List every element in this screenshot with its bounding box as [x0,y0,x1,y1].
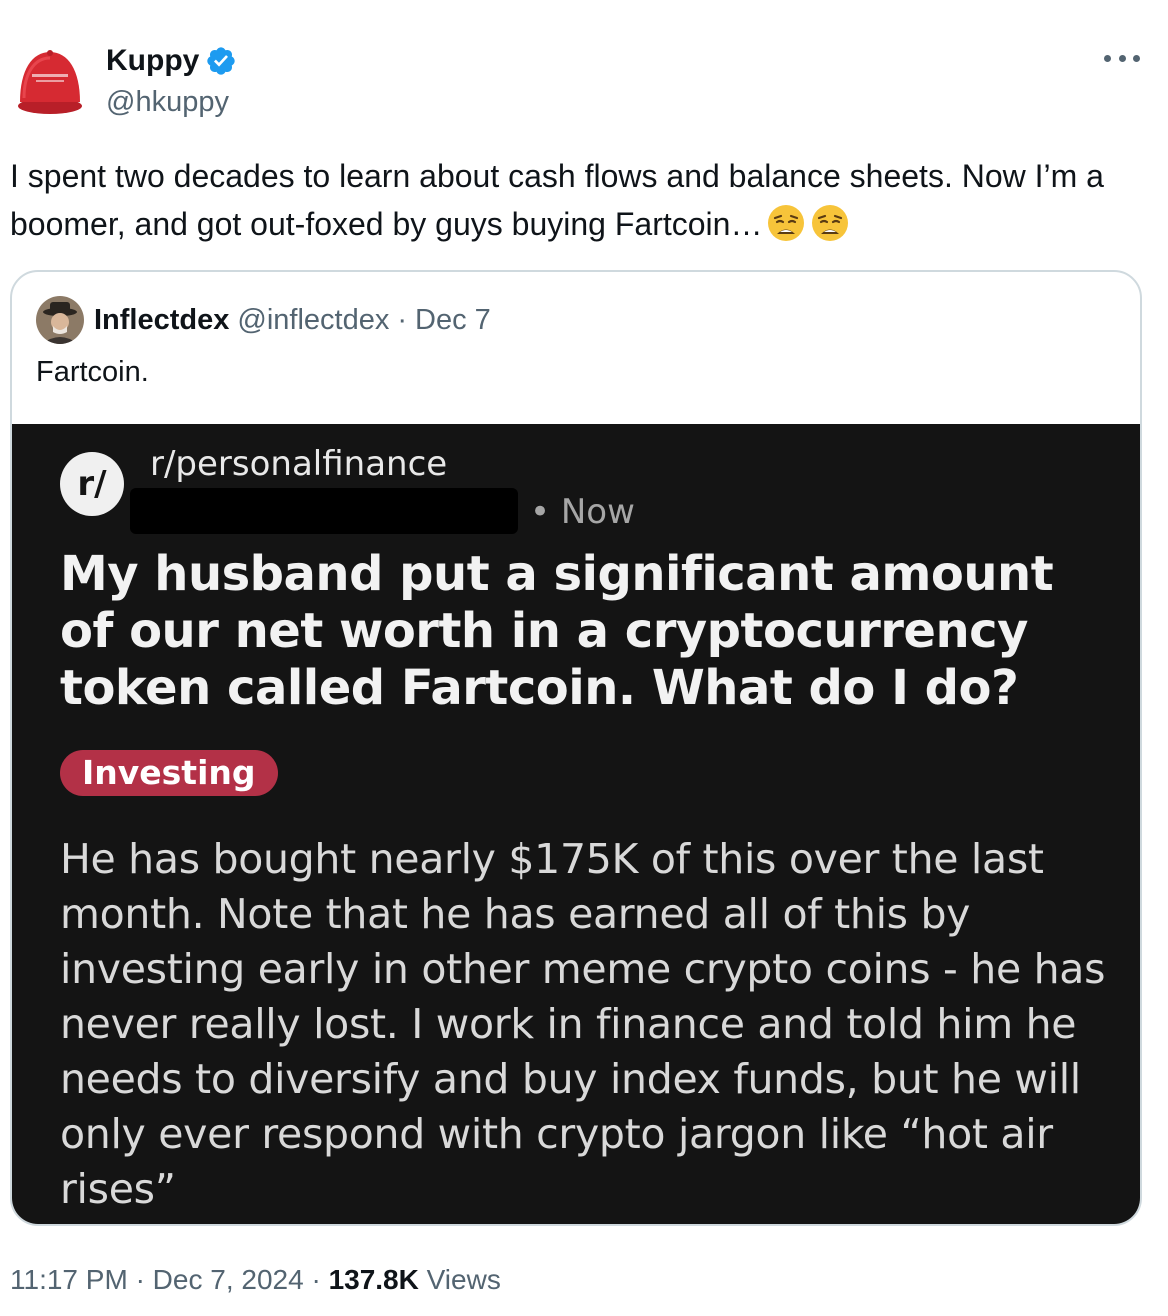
subreddit-logo-icon: r/ [60,452,124,516]
tweet-date[interactable]: Dec 7, 2024 [153,1264,304,1295]
weary-face-icon [812,205,849,241]
views-count: 137.8K [328,1264,419,1295]
meta-separator: · [135,1264,145,1295]
views-label: Views [426,1264,501,1295]
verified-badge-icon [207,47,235,75]
more-options-icon[interactable] [1104,48,1140,68]
author-handle[interactable]: @hkuppy [106,84,229,120]
subreddit-name: r/personalfinance [150,444,448,484]
author-display-name[interactable]: Kuppy [106,42,199,80]
quoted-separator: · [397,304,407,336]
tweet-time[interactable]: 11:17 PM [10,1264,128,1295]
post-time: • Now [530,492,635,532]
tweet: Kuppy @hkuppy I spent two decades to lea… [0,0,1168,1316]
tweet-meta: 11:17 PM · Dec 7, 2024 · 137.8K Views [10,1260,501,1300]
quoted-handle[interactable]: @inflectdex [237,300,389,340]
author-avatar[interactable] [14,40,86,120]
post-body: He has bought nearly $175K of this over … [60,835,1106,1213]
author-name-row: Kuppy [106,42,237,80]
quoted-date[interactable]: Dec 7 [415,300,491,340]
redacted-username [130,488,518,534]
post-title: My husband put a significant amount of o… [60,546,1054,716]
meta-separator: · [311,1264,321,1295]
quoted-tweet-card[interactable]: Inflectdex @inflectdex · Dec 7 Fartcoin.… [10,270,1142,1226]
quoted-author-avatar[interactable] [36,296,84,344]
quoted-display-name[interactable]: Inflectdex [94,300,229,340]
quoted-media-image[interactable]: r/ r/personalfinance • Now My husband pu… [12,424,1140,1224]
tweet-text: I spent two decades to learn about cash … [10,152,1150,248]
weary-face-icon [768,205,805,241]
tweet-body: I spent two decades to learn about cash … [10,158,1104,242]
quoted-tweet-header: Inflectdex @inflectdex · Dec 7 [36,296,491,344]
post-flair-badge: Investing [60,750,278,796]
quoted-tweet-text: Fartcoin. [36,356,149,388]
